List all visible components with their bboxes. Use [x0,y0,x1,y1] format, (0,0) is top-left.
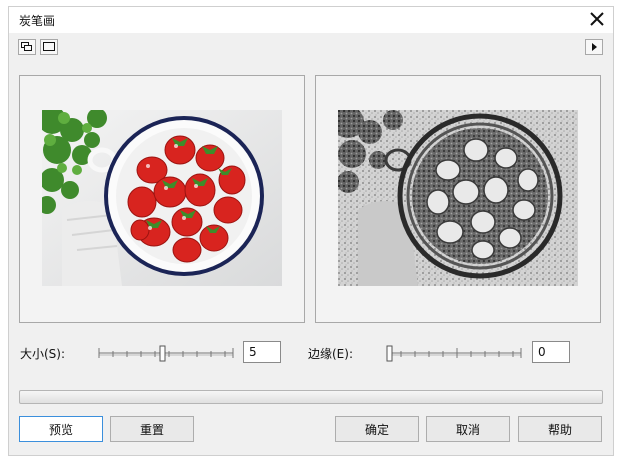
cancel-button[interactable]: 取消 [426,416,510,442]
preview-button[interactable]: 预览 [19,416,103,442]
close-button[interactable] [585,7,609,31]
dual-preview-button[interactable] [18,39,36,55]
edge-slider-thumb[interactable] [386,345,393,362]
ok-button[interactable]: 确定 [335,416,419,442]
edge-slider[interactable] [385,343,523,363]
result-preview-panel [315,75,601,323]
triangle-right-icon [592,43,597,51]
close-icon [590,12,604,26]
single-preview-button[interactable] [40,39,58,55]
original-preview-panel [19,75,305,323]
title-bar: 炭笔画 [9,7,613,33]
help-button[interactable]: 帮助 [518,416,602,442]
result-image [338,110,578,286]
reset-button[interactable]: 重置 [110,416,194,442]
edge-label: 边缘(E): [308,347,353,361]
progress-bar [19,390,603,404]
size-label: 大小(S): [20,347,66,361]
expand-button[interactable] [585,39,603,55]
size-input[interactable]: 5 [243,341,281,363]
single-preview-icon [43,42,55,51]
charcoal-dialog: 炭笔画 大小(S): 5 边缘(E): 0 预览 重置 确定 取消 帮助 [8,6,614,456]
size-slider-thumb[interactable] [159,345,166,362]
dialog-title: 炭笔画 [19,14,56,28]
original-image [42,110,282,286]
dual-preview-icon [21,42,32,51]
edge-input[interactable]: 0 [532,341,570,363]
size-slider[interactable] [97,343,235,363]
